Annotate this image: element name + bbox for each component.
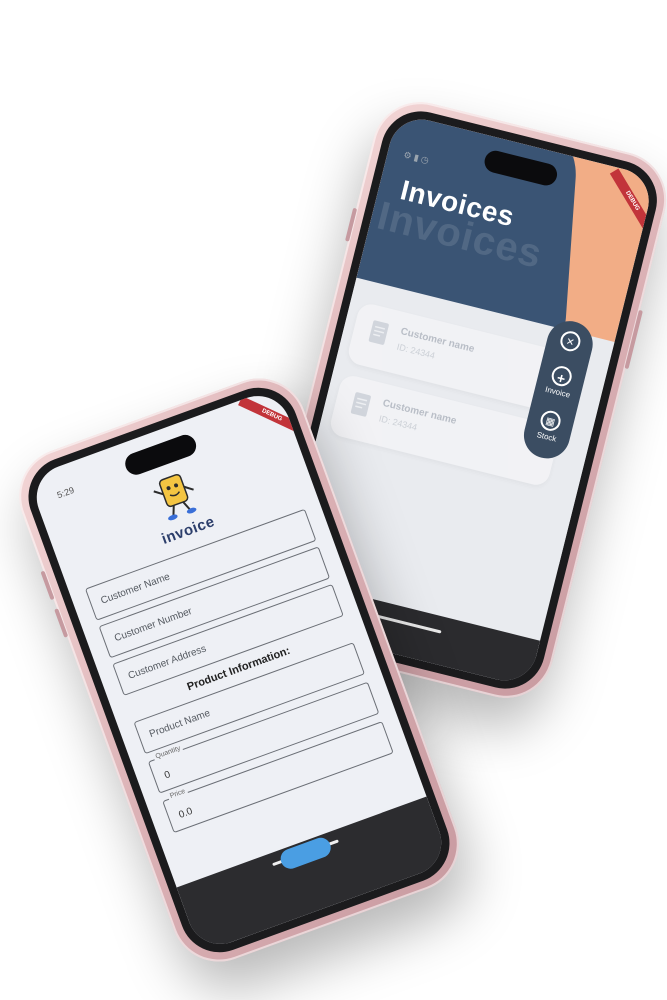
- customer-address-placeholder: Customer Address: [126, 643, 208, 682]
- volume-down-button: [54, 608, 69, 638]
- warehouse-icon: ▦: [538, 408, 563, 433]
- receipt-icon: [368, 320, 389, 345]
- status-time: 5:29: [55, 484, 76, 501]
- receipt-icon: [350, 392, 371, 417]
- product-name-placeholder: Product Name: [147, 707, 212, 741]
- close-menu-button[interactable]: ✕: [546, 326, 595, 357]
- add-invoice-button[interactable]: + Invoice: [534, 361, 586, 402]
- debug-banner: DEBUG: [609, 168, 655, 234]
- volume-up-button: [40, 570, 55, 601]
- stock-button[interactable]: ▦ Stock: [523, 406, 575, 447]
- price-value: 0.0: [177, 805, 195, 821]
- plus-icon: +: [549, 364, 574, 389]
- close-icon: ✕: [558, 329, 583, 354]
- debug-banner: DEBUG: [238, 396, 306, 435]
- bottom-bar: [176, 796, 451, 954]
- quantity-value: 0: [162, 769, 172, 782]
- customer-name-placeholder: Customer Name: [99, 571, 172, 607]
- volume-button: [345, 207, 358, 242]
